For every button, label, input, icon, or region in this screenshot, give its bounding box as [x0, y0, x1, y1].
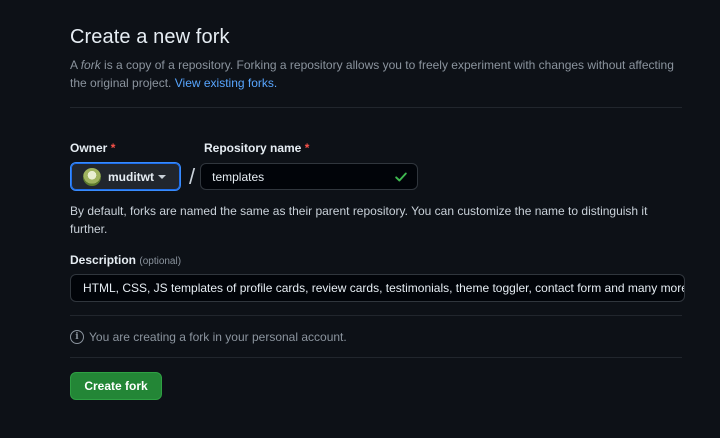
chevron-down-icon	[158, 174, 166, 179]
description-optional-label: (optional)	[139, 256, 182, 267]
owner-repo-separator: /	[189, 163, 196, 189]
subtitle-text: is a copy of a repository. Forking a rep…	[70, 58, 674, 90]
user-avatar	[83, 167, 101, 186]
owner-dropdown-button[interactable]: muditwt	[70, 162, 181, 191]
fork-page: Create a new fork A fork is a copy of a …	[0, 0, 720, 438]
owner-name: muditwt	[108, 169, 154, 184]
create-fork-button[interactable]: Create fork	[70, 372, 162, 400]
owner-repo-row: muditwt / templates	[70, 162, 682, 191]
subtitle-emphasis: fork	[80, 58, 101, 72]
owner-label-text: Owner	[70, 141, 108, 155]
fork-name-hint: By default, forks are named the same as …	[70, 204, 648, 236]
repository-name-value[interactable]: templates	[212, 170, 394, 184]
actions-divider	[70, 357, 682, 358]
personal-account-notice: i You are creating a fork in your person…	[70, 330, 682, 344]
owner-required-mark: *	[110, 141, 116, 155]
page-subtitle: A fork is a copy of a repository. Forkin…	[70, 56, 682, 92]
repository-name-input[interactable]: templates	[200, 163, 419, 190]
view-existing-forks-link[interactable]: View existing forks.	[175, 76, 278, 90]
subtitle-prefix: A	[70, 58, 81, 72]
owner-label: Owner *	[70, 141, 204, 155]
check-icon	[394, 170, 408, 184]
repository-name-label-text: Repository name	[204, 141, 302, 155]
description-label: Description (optional)	[70, 253, 682, 267]
header-divider	[70, 107, 682, 108]
info-icon: i	[70, 330, 84, 344]
field-labels-row: Owner * Repository name *	[70, 141, 682, 155]
page-title: Create a new fork	[70, 26, 230, 48]
description-divider	[70, 315, 682, 316]
description-label-text: Description	[70, 253, 137, 267]
personal-account-notice-text: You are creating a fork in your personal…	[89, 330, 347, 344]
repository-name-label: Repository name *	[204, 141, 309, 155]
fork-form: Create a new fork A fork is a copy of a …	[70, 22, 685, 400]
repository-required-mark: *	[304, 141, 310, 155]
description-input[interactable]: HTML, CSS, JS templates of profile cards…	[70, 274, 685, 302]
